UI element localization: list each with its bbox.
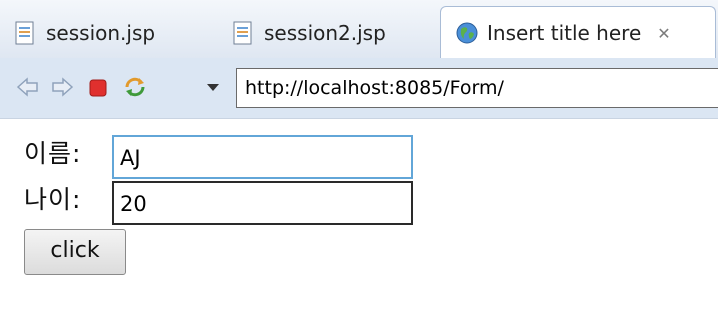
age-label: 나이: — [24, 185, 82, 214]
click-button[interactable]: click — [24, 229, 126, 275]
dropdown-arrow-icon[interactable] — [206, 80, 220, 98]
tab-session-jsp[interactable]: session.jsp — [14, 10, 155, 56]
tab-insert-title[interactable]: Insert title here ✕ — [440, 6, 716, 59]
tab-label: session.jsp — [46, 21, 156, 45]
jsp-file-icon — [14, 21, 36, 45]
url-input[interactable]: http://localhost:8085/Form/ — [236, 68, 718, 108]
editor-tab-bar: session.jsp session2.jsp Insert title he… — [0, 0, 718, 59]
tab-session2-jsp[interactable]: session2.jsp — [232, 10, 386, 56]
tab-label: session2.jsp — [264, 21, 386, 45]
jsp-file-icon — [232, 21, 254, 45]
age-input[interactable]: 20 — [112, 181, 413, 225]
forward-arrow-icon[interactable] — [50, 76, 74, 103]
tab-label: Insert title here — [487, 21, 642, 45]
name-input[interactable]: AJ — [112, 135, 413, 179]
close-icon[interactable]: ✕ — [657, 24, 670, 43]
stop-icon[interactable] — [88, 78, 108, 103]
refresh-icon[interactable] — [122, 74, 148, 105]
name-label: 이름: — [24, 139, 82, 168]
back-arrow-icon[interactable] — [16, 76, 40, 103]
globe-icon — [455, 21, 478, 45]
browser-toolbar: http://localhost:8085/Form/ — [0, 58, 718, 119]
